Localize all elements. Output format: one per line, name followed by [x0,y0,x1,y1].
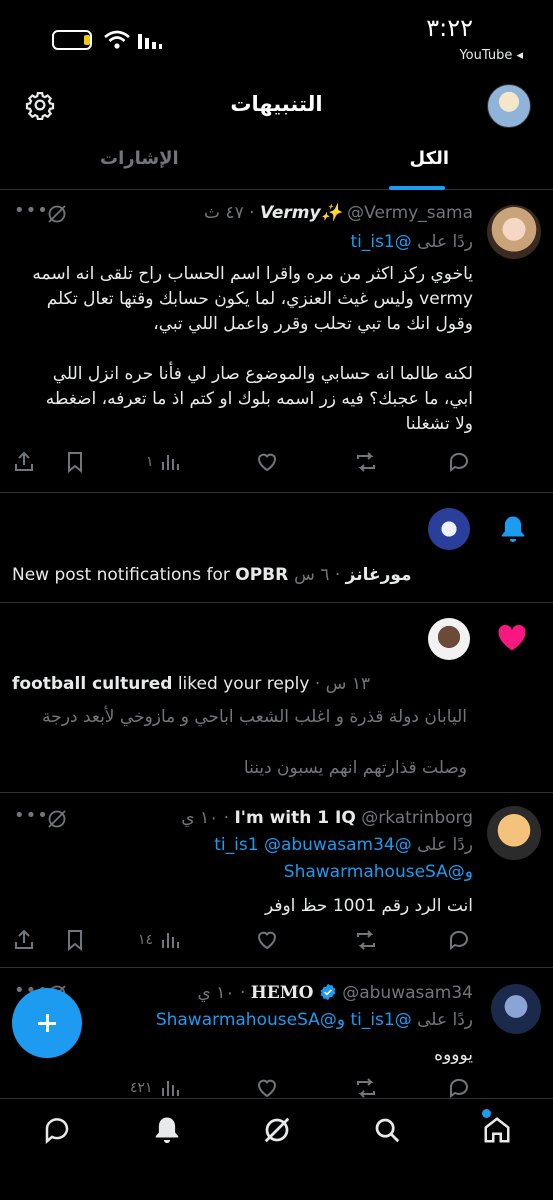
mention-link[interactable]: @ti_is1 [350,1010,411,1030]
status-bar: ٣:٢٢ YouTube ◂ [0,0,553,72]
display-name: HEMO [250,983,314,1003]
wifi-icon [104,30,130,49]
clock: ٣:٢٢ [426,14,473,42]
timestamp: ٤٧ ث [204,203,244,223]
home-icon[interactable] [482,1115,512,1145]
replying-to: ردًا على @ti_is1 [350,232,473,252]
bell-icon [501,516,525,543]
timestamp: ١٠ ي [181,808,219,828]
replying-to-cont: و@ShawarmahouseSA [283,862,473,882]
post-body: ياخوي ركز اكثر من مره واقرا اسم الحساب ر… [32,264,473,434]
divider [0,602,553,603]
notification-text: football cultured liked your reply · ١٣ … [12,674,371,694]
grok-nav-icon[interactable] [262,1115,292,1145]
tab-all[interactable]: الكل [410,148,449,169]
replying-to: ردًا على @ti_is1 @abuwasam34 [214,835,473,855]
home-unread-dot [482,1109,491,1118]
bookmark-icon[interactable] [63,450,87,474]
views-icon[interactable] [158,928,182,952]
notification-text: New post notifications for OPBR مورغانز … [12,565,412,585]
notification-tabs: الكل الإشارات [0,136,553,190]
post-body: يوووه [434,1045,473,1065]
notifications-bell-icon[interactable] [152,1115,182,1145]
post-header: HEMO @abuwasam34 · ١٠ ي [197,983,473,1003]
views-icon[interactable] [158,1076,182,1100]
avatar[interactable] [487,806,541,860]
timestamp: ١٠ ي [197,983,235,1003]
reply-icon[interactable] [447,450,471,474]
post-header: Vermy✨ @Vermy_sama · ٤٧ ث [204,203,473,223]
replying-to: ردًا على @ti_is1 و@ShawarmahouseSA [155,1010,473,1030]
active-tab-indicator [389,186,445,190]
reply-icon[interactable] [447,1076,471,1100]
views-count: ١٤ [138,932,154,948]
bookmark-icon[interactable] [63,928,87,952]
search-icon[interactable] [372,1115,402,1145]
grok-icon[interactable] [46,203,68,225]
mention-link[interactable]: @ShawarmahouseSA [156,1010,337,1030]
repost-icon[interactable] [354,450,378,474]
avatar[interactable] [487,205,541,259]
bottom-navigation [0,1098,553,1200]
messages-icon[interactable] [42,1115,72,1145]
quoted-reply: اليابان دولة قذرة و اغلب الشعب اباحي و م… [42,707,467,778]
mention-link[interactable]: @abuwasam34 [264,835,395,855]
grok-icon[interactable] [46,808,68,830]
page-title: التنبيهات [230,92,323,116]
display-name: I'm with 1 IQ [234,808,356,828]
display-name: Vermy✨ [259,203,342,223]
post-header: I'm with 1 IQ @rkatrinborg · ١٠ ي [181,808,473,828]
views-count: ٤٢١ [130,1080,153,1096]
mention-link[interactable]: @ShawarmahouseSA [284,862,465,882]
like-icon[interactable] [255,450,279,474]
repost-icon[interactable] [354,1076,378,1100]
avatar[interactable] [428,618,470,660]
like-icon[interactable] [255,928,279,952]
views-icon[interactable] [158,450,182,474]
like-icon[interactable] [255,1076,279,1100]
battery-icon [52,30,92,50]
handle: @Vermy_sama [347,203,473,223]
top-header: التنبيهات [0,82,553,132]
back-to-app-label[interactable]: YouTube ◂ [459,48,523,63]
profile-avatar[interactable] [487,84,531,128]
heart-icon [498,624,526,651]
verified-badge-icon [320,983,336,1001]
compose-post-button[interactable] [12,988,82,1058]
more-options-icon[interactable]: ••• [14,805,49,826]
repost-icon[interactable] [354,928,378,952]
handle: @abuwasam34 [342,983,473,1003]
avatar[interactable] [428,508,470,550]
divider [0,492,553,493]
signal-icon [138,34,162,49]
views-count: ١ [146,454,154,470]
share-icon[interactable] [12,928,36,952]
tab-mentions[interactable]: الإشارات [100,148,179,169]
mention-link[interactable]: @ti_is1 [350,232,411,252]
divider [0,792,553,793]
handle: @rkatrinborg [361,808,473,828]
post-actions: ١ [0,450,553,478]
reply-icon[interactable] [447,928,471,952]
divider [0,967,553,968]
post-body: انت الرد رقم 1001 حظ اوفر [264,896,473,916]
avatar[interactable] [491,984,541,1034]
more-options-icon[interactable]: ••• [14,200,49,221]
share-icon[interactable] [12,450,36,474]
post-actions: ١٤ [0,928,553,956]
